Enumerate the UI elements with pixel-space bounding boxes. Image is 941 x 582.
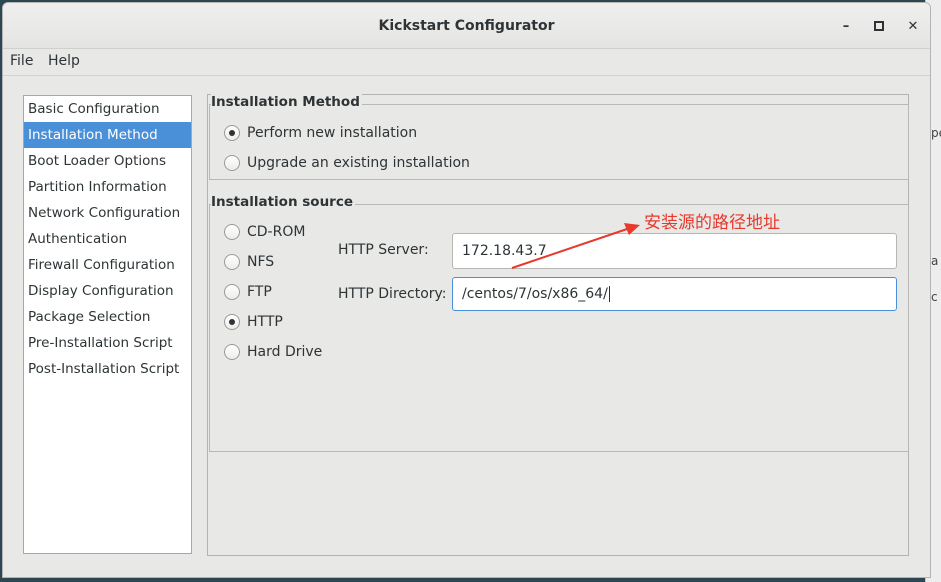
radio-label: NFS	[247, 254, 275, 270]
http-directory-label: HTTP Directory:	[338, 286, 447, 302]
annotation-text: 安装源的路径地址	[644, 213, 780, 233]
minimize-icon: –	[842, 18, 850, 34]
radio-button[interactable]	[224, 254, 240, 270]
installation-method-heading: Installation Method	[211, 94, 362, 110]
radio-cd-rom[interactable]: CD-ROM	[224, 224, 305, 240]
sidebar-item-boot-loader-options[interactable]: Boot Loader Options	[24, 148, 191, 174]
background-window-text: pe	[931, 126, 941, 140]
radio-label: CD-ROM	[247, 224, 306, 240]
settings-panel: Installation Method Perform new installa…	[207, 94, 909, 556]
radio-button[interactable]	[224, 344, 240, 360]
menu-bar: File Help	[3, 49, 930, 76]
close-icon: ✕	[907, 18, 919, 34]
close-button[interactable]: ✕	[900, 13, 926, 39]
sidebar-item-package-selection[interactable]: Package Selection	[24, 304, 191, 330]
sidebar-item-pre-installation-script[interactable]: Pre-Installation Script	[24, 330, 191, 356]
radio-label: FTP	[247, 284, 272, 300]
http-directory-value: /centos/7/os/x86_64/	[462, 286, 608, 302]
background-window-text: a	[931, 254, 939, 268]
http-server-label: HTTP Server:	[338, 242, 429, 258]
radio-http[interactable]: HTTP	[224, 314, 283, 330]
background-window-text: c	[931, 290, 938, 304]
menu-file[interactable]: File	[10, 53, 33, 69]
maximize-button[interactable]	[866, 13, 892, 39]
sidebar-item-installation-method[interactable]: Installation Method	[24, 122, 191, 148]
sidebar-item-basic-configuration[interactable]: Basic Configuration	[24, 96, 191, 122]
minimize-button[interactable]: –	[833, 13, 859, 39]
radio-label: HTTP	[247, 314, 283, 330]
sidebar-item-network-configuration[interactable]: Network Configuration	[24, 200, 191, 226]
sidebar-item-post-installation-script[interactable]: Post-Installation Script	[24, 356, 191, 382]
radio-upgrade-existing-installation[interactable]: Upgrade an existing installation	[224, 155, 470, 171]
radio-button[interactable]	[224, 155, 240, 171]
menu-help[interactable]: Help	[48, 53, 80, 69]
maximize-icon	[874, 21, 884, 31]
section-list: Basic Configuration Installation Method …	[23, 95, 192, 554]
sidebar-item-display-configuration[interactable]: Display Configuration	[24, 278, 191, 304]
radio-button[interactable]	[224, 314, 240, 330]
http-directory-input[interactable]: /centos/7/os/x86_64/	[452, 277, 897, 311]
radio-label: Perform new installation	[247, 125, 418, 141]
radio-button[interactable]	[224, 125, 240, 141]
radio-hard-drive[interactable]: Hard Drive	[224, 344, 322, 360]
window-title: Kickstart Configurator	[378, 18, 555, 34]
text-cursor	[608, 286, 610, 302]
kickstart-configurator-window: Kickstart Configurator – ✕ File Help Bas…	[2, 2, 931, 578]
sidebar-item-firewall-configuration[interactable]: Firewall Configuration	[24, 252, 191, 278]
radio-label: Hard Drive	[247, 344, 323, 360]
http-server-input[interactable]: 172.18.43.7	[452, 233, 897, 269]
title-bar[interactable]: Kickstart Configurator – ✕	[3, 3, 930, 49]
radio-button[interactable]	[224, 284, 240, 300]
sidebar-item-authentication[interactable]: Authentication	[24, 226, 191, 252]
radio-ftp[interactable]: FTP	[224, 284, 272, 300]
radio-perform-new-installation[interactable]: Perform new installation	[224, 125, 417, 141]
radio-label: Upgrade an existing installation	[247, 155, 470, 171]
radio-button[interactable]	[224, 224, 240, 240]
sidebar-item-partition-information[interactable]: Partition Information	[24, 174, 191, 200]
radio-nfs[interactable]: NFS	[224, 254, 274, 270]
installation-source-heading: Installation source	[211, 194, 356, 210]
http-server-value: 172.18.43.7	[462, 243, 547, 259]
